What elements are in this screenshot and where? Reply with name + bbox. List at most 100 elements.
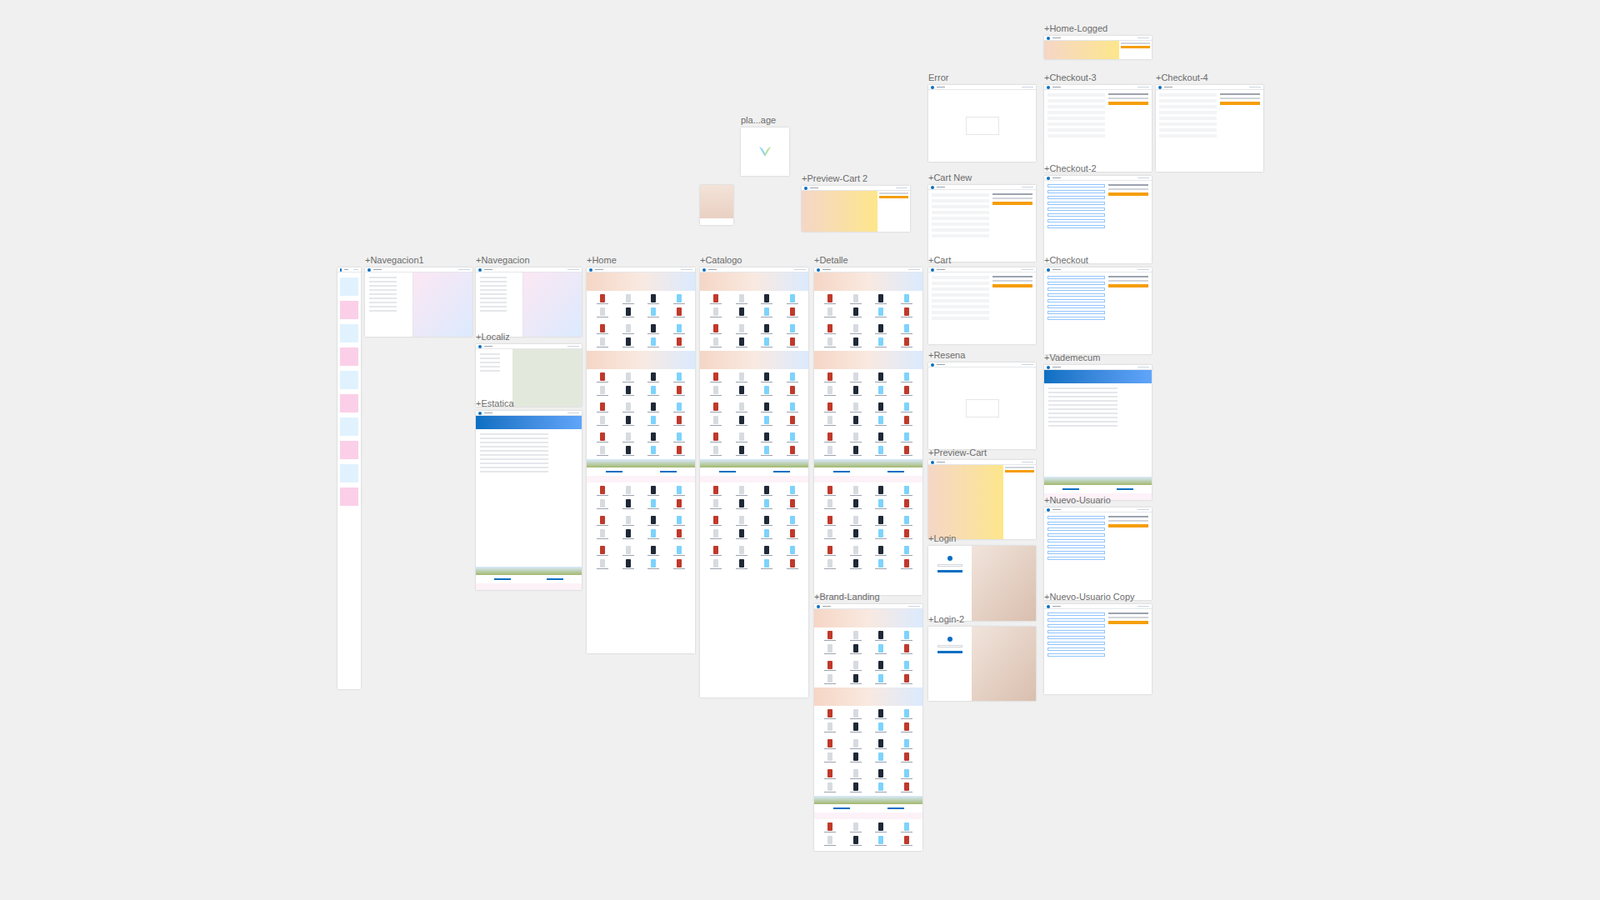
mini-product-grid (700, 320, 809, 351)
mini-product-grid (586, 320, 695, 351)
artboard[interactable]: +Checkout-2 (1044, 175, 1152, 264)
artboard-label[interactable]: +Home-Logged (1044, 23, 1108, 35)
artboard-label[interactable]: pla...age (740, 115, 776, 126)
artboard[interactable]: +Detalle (814, 267, 923, 595)
artboard-label[interactable]: +Cart (928, 255, 951, 266)
mini-product-grid (586, 482, 695, 513)
mini-product-grid (586, 512, 695, 543)
mini-product-grid (700, 542, 809, 573)
mini-product-grid (586, 290, 695, 321)
artboard[interactable]: +Navegacion (475, 267, 582, 337)
mini-footer (475, 566, 582, 590)
mini-footer (700, 459, 809, 483)
mini-product-grid (814, 320, 923, 351)
mini-header (928, 85, 1036, 90)
artboard-label[interactable]: +Nuevo-Usuario Copy (1044, 591, 1135, 603)
mini-hero (814, 272, 923, 291)
artboard-label[interactable]: +Estatica (475, 398, 515, 410)
artboard[interactable]: +Navegacion1 (365, 267, 473, 337)
artboard[interactable]: +Home (586, 267, 695, 654)
mini-header (1044, 507, 1152, 513)
mini-hero (586, 272, 695, 291)
mini-product-grid (700, 482, 809, 513)
artboard-label[interactable]: +Navegacion1 (365, 255, 425, 266)
artboard[interactable]: +Catalogo (700, 267, 809, 698)
mini-header (928, 267, 1036, 273)
artboard-label[interactable]: +Checkout-2 (1044, 163, 1097, 175)
artboard-label[interactable]: +Login (928, 533, 956, 545)
design-canvas: +Home-LoggedError+Checkout-3+Checkout-4p… (0, 0, 1600, 900)
mini-product-grid (814, 657, 923, 688)
artboard-label[interactable]: +Preview-Cart (928, 447, 987, 459)
artboard[interactable]: +Nuevo-Usuario (1044, 507, 1152, 600)
mini-product-grid (700, 369, 809, 400)
artboard[interactable] (337, 267, 361, 690)
mini-hero (814, 350, 923, 370)
artboard[interactable]: +Login (928, 545, 1036, 621)
mini-product-grid (700, 429, 809, 460)
mini-product-grid (814, 290, 923, 321)
artboard-label[interactable]: +Login-2 (928, 614, 965, 625)
artboard-label[interactable]: +Resena (928, 350, 965, 361)
artboard-label[interactable]: +Preview-Cart 2 (801, 173, 868, 185)
artboard[interactable]: +Vademecum (1044, 365, 1152, 500)
artboard-label[interactable]: +Catalogo (700, 255, 742, 266)
mini-product-grid (700, 290, 809, 321)
mini-product-grid (814, 482, 923, 513)
artboard[interactable]: +Nuevo-Usuario Copy (1044, 604, 1152, 695)
artboard[interactable]: +Estatica (475, 410, 582, 590)
mini-hero (700, 272, 809, 291)
mini-header (1044, 267, 1152, 273)
artboard[interactable]: +Checkout-4 (1155, 85, 1264, 172)
butterfly-logo-icon (757, 145, 773, 159)
artboard[interactable]: +Preview-Cart 2 (801, 185, 910, 232)
artboard[interactable]: +Checkout (1044, 267, 1152, 355)
mini-product-grid (700, 512, 809, 543)
artboard-label[interactable]: +Checkout-4 (1155, 72, 1209, 84)
mini-product-grid (700, 399, 809, 430)
mini-product-grid (814, 705, 923, 736)
artboard-label[interactable]: +Vademecum (1044, 352, 1100, 364)
mini-header (1155, 85, 1264, 90)
mini-header (1044, 85, 1152, 90)
artboard[interactable]: +Cart (928, 267, 1036, 345)
mini-product-grid (814, 765, 923, 796)
mini-hero (586, 350, 695, 370)
artboard-label[interactable]: +Checkout-3 (1044, 72, 1097, 84)
mini-product-grid (814, 429, 923, 460)
artboard[interactable]: +Cart New (928, 185, 1036, 262)
artboard[interactable]: +Checkout-3 (1044, 85, 1152, 172)
artboard-label[interactable]: +Navegacion (475, 255, 530, 266)
artboard[interactable]: Error (928, 85, 1036, 162)
artboard-label[interactable]: +Cart New (928, 172, 972, 184)
mini-product-grid (814, 512, 923, 543)
artboard[interactable]: +Localiz (475, 344, 582, 407)
artboard-label[interactable]: +Nuevo-Usuario (1044, 495, 1111, 506)
artboard[interactable]: +Home-Logged (1044, 35, 1152, 60)
mini-hero (814, 687, 923, 706)
artboard-label[interactable]: +Localiz (475, 331, 510, 343)
artboard[interactable]: +Resena (928, 362, 1036, 450)
mini-product-grid (814, 627, 923, 658)
artboard[interactable]: pla...age (740, 127, 790, 176)
artboard-label[interactable]: +Detalle (814, 255, 849, 266)
mini-product-grid (586, 369, 695, 400)
artboard-label[interactable]: Error (928, 72, 949, 84)
mini-footer (586, 459, 695, 483)
artboard-label[interactable]: +Home (586, 255, 617, 266)
artboard[interactable]: +Preview-Cart (928, 460, 1036, 540)
mini-product-grid (814, 819, 923, 850)
mini-hero (700, 350, 809, 370)
mini-product-grid (814, 399, 923, 430)
mini-product-grid (586, 429, 695, 460)
artboard[interactable]: +Brand-Landing (814, 604, 923, 851)
mini-header (928, 185, 1036, 190)
artboard-label[interactable]: +Checkout (1044, 255, 1089, 266)
artboard-label[interactable]: +Brand-Landing (814, 591, 880, 603)
mini-product-grid (586, 542, 695, 573)
artboard[interactable] (700, 185, 734, 225)
mini-footer (814, 459, 923, 483)
mini-hero (814, 609, 923, 628)
mini-footer (814, 795, 923, 820)
artboard[interactable]: +Login-2 (928, 626, 1036, 701)
